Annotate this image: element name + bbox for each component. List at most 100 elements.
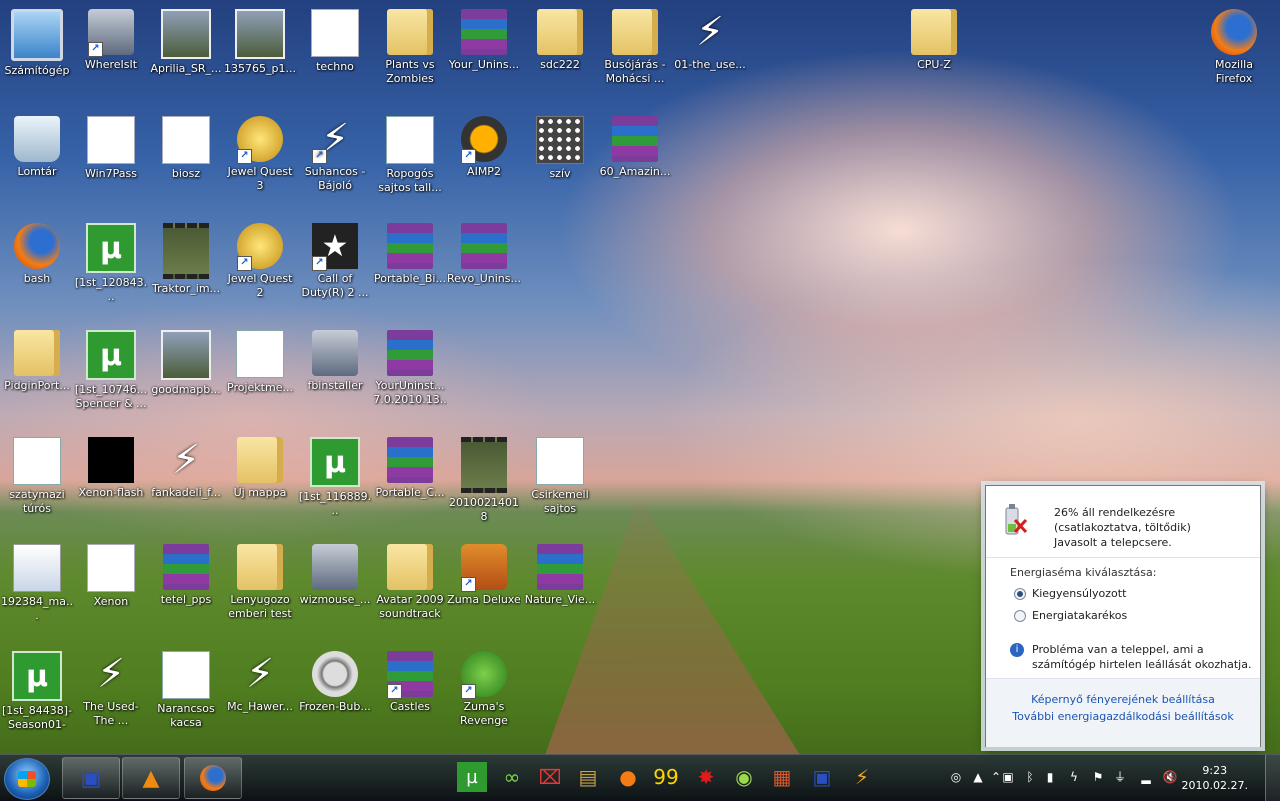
desktop-icon[interactable]: ⚡ ↗ Suhancos - Bájoló (298, 112, 372, 193)
desktop-icon[interactable]: ↗ Zuma Deluxe (447, 540, 521, 607)
zuma-icon: ↗ (461, 544, 507, 592)
desktop-icon[interactable]: W Csirkemell sajtos (523, 433, 597, 516)
desktop-icon[interactable]: Új mappa (223, 433, 297, 500)
desktop-icon[interactable]: Xenon-flash (74, 433, 148, 500)
vlc-tray-icon[interactable]: ▲ (970, 769, 986, 785)
desktop-icon[interactable]: YourUninst... 7.0.2010.13... (373, 326, 447, 407)
desktop-icon[interactable]: PidginPort... (0, 326, 74, 393)
desktop-icon[interactable]: techno (298, 5, 372, 74)
desktop-icon[interactable]: Your_Unins... (447, 5, 521, 72)
network-status-icon[interactable]: ◎ (948, 769, 964, 785)
aimp-icon: ↗ (461, 116, 507, 164)
windows-logo-icon (18, 771, 36, 787)
desktop-icon[interactable]: 60_Amazin... (598, 112, 672, 179)
archive-icon[interactable]: ▤ (573, 762, 603, 792)
desktop-icon[interactable]: ↗ Jewel Quest 2 (223, 219, 297, 300)
desktop-icon[interactable]: W Narancsos kacsa (149, 647, 223, 730)
firefox-file-icon (14, 223, 60, 269)
desktop-icon[interactable]: W Projektme... (223, 326, 297, 395)
desktop-icon[interactable]: 192384_ma... (0, 540, 74, 623)
desktop-icon[interactable]: µ [1st_84438]- Season01-S... (0, 647, 74, 732)
winrar-archive-icon (612, 116, 658, 162)
uninstaller-icon[interactable]: ⌧ (535, 762, 565, 792)
desktop-icon-label: YourUninst... 7.0.2010.13... (373, 379, 447, 406)
desktop-icon-label: Jewel Quest 3 (227, 165, 293, 192)
desktop-icon[interactable]: µ [1st_120843... (74, 219, 148, 304)
desktop-icon[interactable]: Frozen-Bub... (298, 647, 372, 714)
desktop-icon[interactable]: Wszatymazi túrós (0, 433, 74, 516)
desktop-icon[interactable]: ⚡ Mc_Hawer... (223, 647, 297, 714)
monitor-99-icon[interactable]: 99 (651, 762, 681, 792)
desktop-icon[interactable]: tetel_pps (149, 540, 223, 607)
desktop-icon[interactable]: Win7Pass (74, 112, 148, 181)
desktop-icon[interactable]: Nature_Vie... (523, 540, 597, 607)
desktop-icon[interactable]: Lomtár (0, 112, 74, 179)
scheme-option-balanced[interactable]: Kiegyensúlyozott (1014, 587, 1126, 600)
battery-plug-icon[interactable]: ▮ (1042, 769, 1058, 785)
castle-icon[interactable]: ▦ (767, 762, 797, 792)
desktop-icon[interactable]: Számítógép (0, 5, 74, 78)
bluetooth-icon[interactable]: ᛒ (1022, 769, 1038, 785)
desktop-icon[interactable]: ★ ↗ Call of Duty(R) 2 ... (298, 219, 372, 300)
clock[interactable]: 9:23 2010.02.27. (1182, 763, 1248, 793)
desktop-icon[interactable]: Busójárás - Mohácsi ... (598, 5, 672, 86)
infinity-icon[interactable]: ∞ (497, 762, 527, 792)
photo-icon (235, 9, 285, 59)
desktop-icon[interactable]: Portable_C... (373, 433, 447, 500)
desktop-icon[interactable]: wizmouse_... (298, 540, 372, 607)
start-button[interactable] (4, 758, 50, 800)
desktop-icon[interactable]: Revo_Unins... (447, 219, 521, 286)
desktop-icon[interactable]: W Ropogós sajtos tall... (373, 112, 447, 195)
radio-unselected-icon[interactable] (1014, 609, 1026, 622)
desktop-icon[interactable]: Portable_Bi... (373, 219, 447, 286)
signal-bars-icon[interactable]: ▂ (1138, 769, 1154, 785)
desktop-icon[interactable]: fbinstaller (298, 326, 372, 393)
desktop-icon[interactable]: ↗ Castles (373, 647, 447, 714)
taskbar-app-vlc[interactable]: ▲ (122, 757, 180, 799)
show-desktop-button[interactable] (1265, 755, 1280, 801)
desktop-icon[interactable]: bash (0, 219, 74, 286)
desktop-icon[interactable]: Plants vs Zombies (373, 5, 447, 86)
device-icon[interactable]: ▣ (1000, 769, 1016, 785)
desktop-icon[interactable]: ⚡ fankadeli_f... (149, 433, 223, 500)
action-center-flag-icon[interactable]: ⚑ (1090, 769, 1106, 785)
desktop-icon[interactable]: µ [1st_116889... (298, 433, 372, 518)
desktop-icon-label: PidginPort... (4, 379, 70, 392)
desktop-icon[interactable]: Avatar 2009 soundtrack (373, 540, 447, 621)
radio-selected-icon[interactable] (1014, 587, 1026, 600)
folder-icon (14, 330, 60, 376)
lime-icon[interactable]: ◉ (729, 762, 759, 792)
desktop-icon[interactable]: ↗ Jewel Quest 3 (223, 112, 297, 193)
firefox-icon[interactable]: ● (613, 762, 643, 792)
desktop-icon[interactable]: goodmapb... (149, 326, 223, 397)
desktop-icon[interactable]: 20100214018 (447, 433, 521, 524)
desktop-icon[interactable]: ↗ AIMP2 (447, 112, 521, 179)
desktop-icon[interactable]: ⚡ The Used-The ... (74, 647, 148, 728)
desktop-icon[interactable]: Mozilla Firefox (1197, 5, 1271, 86)
desktop-icon[interactable]: µ [1st_10746... Spencer & ... (74, 326, 148, 411)
floppy-save-icon[interactable]: ▣ (807, 762, 837, 792)
utorrent-icon[interactable]: µ (457, 762, 487, 792)
desktop-icon[interactable]: szív (523, 112, 597, 181)
volume-muted-icon[interactable]: 🔇 (1162, 769, 1178, 785)
desktop-icon[interactable]: Aprilia_SR_... (149, 5, 223, 76)
more-power-options-link[interactable]: További energiagazdálkodási beállítások (986, 710, 1260, 723)
desktop-icon[interactable]: biosz (149, 112, 223, 181)
desktop-icon[interactable]: Lenyugozo emberi test (223, 540, 297, 621)
red-splat-icon[interactable]: ✸ (691, 762, 721, 792)
desktop-icon[interactable]: ↗ WhereIsIt (74, 5, 148, 72)
desktop-icon[interactable]: ↗ Zuma's Revenge (447, 647, 521, 728)
desktop-icon[interactable]: ♪ Xenon (74, 540, 148, 609)
desktop-icon[interactable]: CPU-Z (897, 5, 971, 72)
scheme-option-powersaver[interactable]: Energiatakarékos (1014, 609, 1127, 622)
brightness-settings-link[interactable]: Képernyő fényerejének beállítása (986, 693, 1260, 706)
winamp-icon[interactable]: ⚡ (847, 762, 877, 792)
taskbar-app-save[interactable]: ▣ (62, 757, 120, 799)
taskbar-app-firefox[interactable] (184, 757, 242, 799)
lightning-icon[interactable]: ϟ (1066, 769, 1082, 785)
desktop-icon[interactable]: ⚡ 01-the_use... (673, 5, 747, 72)
power-plug-icon[interactable]: ⏚ (1112, 769, 1128, 785)
desktop-icon[interactable]: 135765_p1... (223, 5, 297, 76)
desktop-icon[interactable]: sdc222 (523, 5, 597, 72)
desktop-icon[interactable]: Traktor_im... (149, 219, 223, 296)
